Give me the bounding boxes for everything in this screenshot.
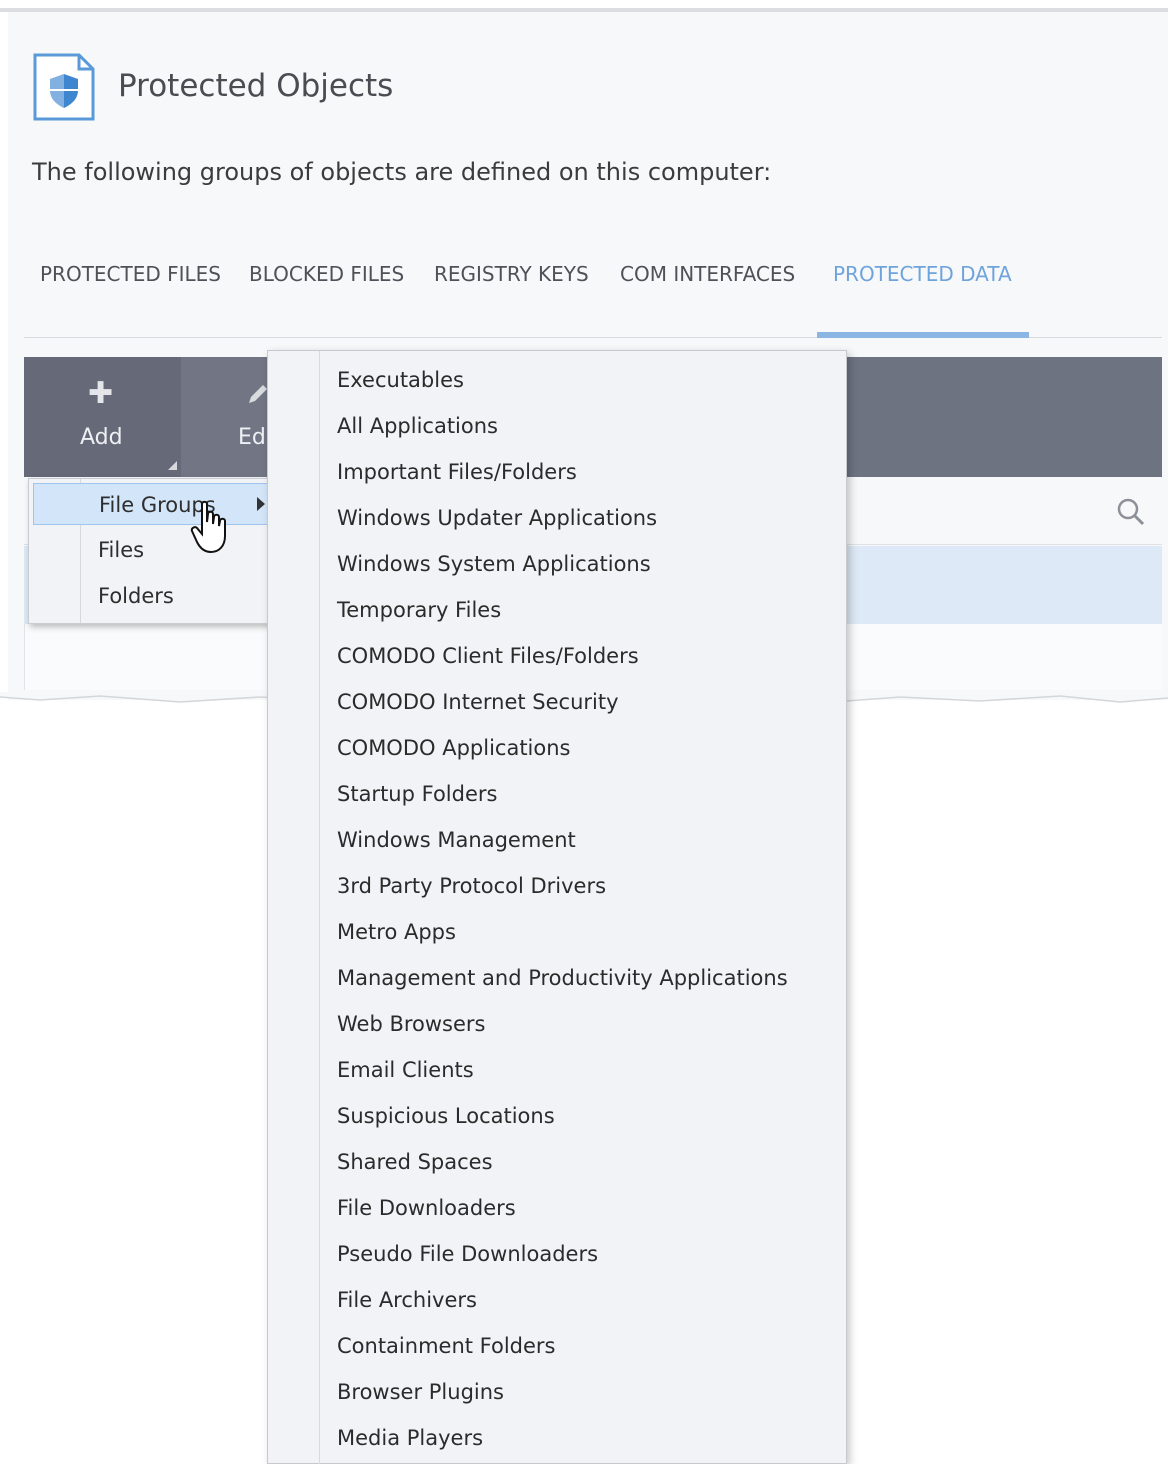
- submenu-item[interactable]: Browser Plugins: [337, 1380, 504, 1414]
- submenu-arrow-icon: [257, 497, 265, 511]
- plus-icon: ✚: [88, 376, 114, 411]
- tab-bar: PROTECTED FILES BLOCKED FILES REGISTRY K…: [24, 262, 1162, 340]
- dropdown-corner-icon: [168, 461, 177, 470]
- edit-button-label: Ed: [238, 425, 266, 450]
- submenu-item[interactable]: Suspicious Locations: [337, 1104, 555, 1138]
- tab-protected-data[interactable]: PROTECTED DATA: [833, 262, 1012, 298]
- submenu-item[interactable]: Windows System Applications: [337, 552, 651, 586]
- submenu-item[interactable]: Shared Spaces: [337, 1150, 493, 1184]
- edit-button[interactable]: Ed: [181, 357, 271, 477]
- submenu-item[interactable]: All Applications: [337, 414, 498, 448]
- submenu-item[interactable]: Web Browsers: [337, 1012, 486, 1046]
- submenu-item[interactable]: 3rd Party Protocol Drivers: [337, 874, 606, 908]
- file-groups-submenu: Executables All Applications Important F…: [267, 350, 847, 1464]
- submenu-item[interactable]: Windows Management: [337, 828, 576, 862]
- hand-cursor-icon: [190, 500, 226, 554]
- menu-item-folders[interactable]: Folders: [33, 575, 268, 617]
- page-title: Protected Objects: [118, 68, 394, 104]
- submenu-item[interactable]: Containment Folders: [337, 1334, 556, 1368]
- submenu-item[interactable]: File Downloaders: [337, 1196, 516, 1230]
- tab-protected-files[interactable]: PROTECTED FILES: [40, 262, 221, 298]
- submenu-item[interactable]: Email Clients: [337, 1058, 474, 1092]
- add-dropdown-menu: File Groups Files Folders: [28, 478, 271, 624]
- submenu-item[interactable]: Windows Updater Applications: [337, 506, 657, 540]
- submenu-item[interactable]: COMODO Internet Security: [337, 690, 619, 724]
- submenu-item[interactable]: COMODO Applications: [337, 736, 571, 770]
- tab-blocked-files[interactable]: BLOCKED FILES: [249, 262, 404, 298]
- tab-com-interfaces[interactable]: COM INTERFACES: [620, 262, 795, 298]
- submenu-item[interactable]: Metro Apps: [337, 920, 456, 954]
- submenu-item[interactable]: Temporary Files: [337, 598, 501, 632]
- submenu-item[interactable]: COMODO Client Files/Folders: [337, 644, 639, 678]
- submenu-item[interactable]: Pseudo File Downloaders: [337, 1242, 598, 1276]
- tab-registry-keys[interactable]: REGISTRY KEYS: [434, 262, 589, 298]
- menu-item-label: Folders: [98, 584, 174, 608]
- page-subtitle: The following groups of objects are defi…: [32, 158, 772, 186]
- active-tab-indicator: [817, 332, 1029, 338]
- submenu-item[interactable]: Executables: [337, 368, 464, 402]
- add-button[interactable]: ✚ Add: [24, 357, 181, 477]
- submenu-item[interactable]: File Archivers: [337, 1288, 477, 1322]
- submenu-item[interactable]: Important Files/Folders: [337, 460, 577, 494]
- submenu-item[interactable]: Management and Productivity Applications: [337, 966, 788, 1000]
- submenu-gutter: [319, 351, 320, 1464]
- shield-document-icon: [33, 53, 95, 121]
- search-icon[interactable]: [1116, 497, 1146, 527]
- submenu-item[interactable]: Media Players: [337, 1426, 483, 1460]
- submenu-item[interactable]: Startup Folders: [337, 782, 497, 816]
- menu-item-label: Files: [98, 538, 145, 562]
- add-button-label: Add: [80, 425, 123, 450]
